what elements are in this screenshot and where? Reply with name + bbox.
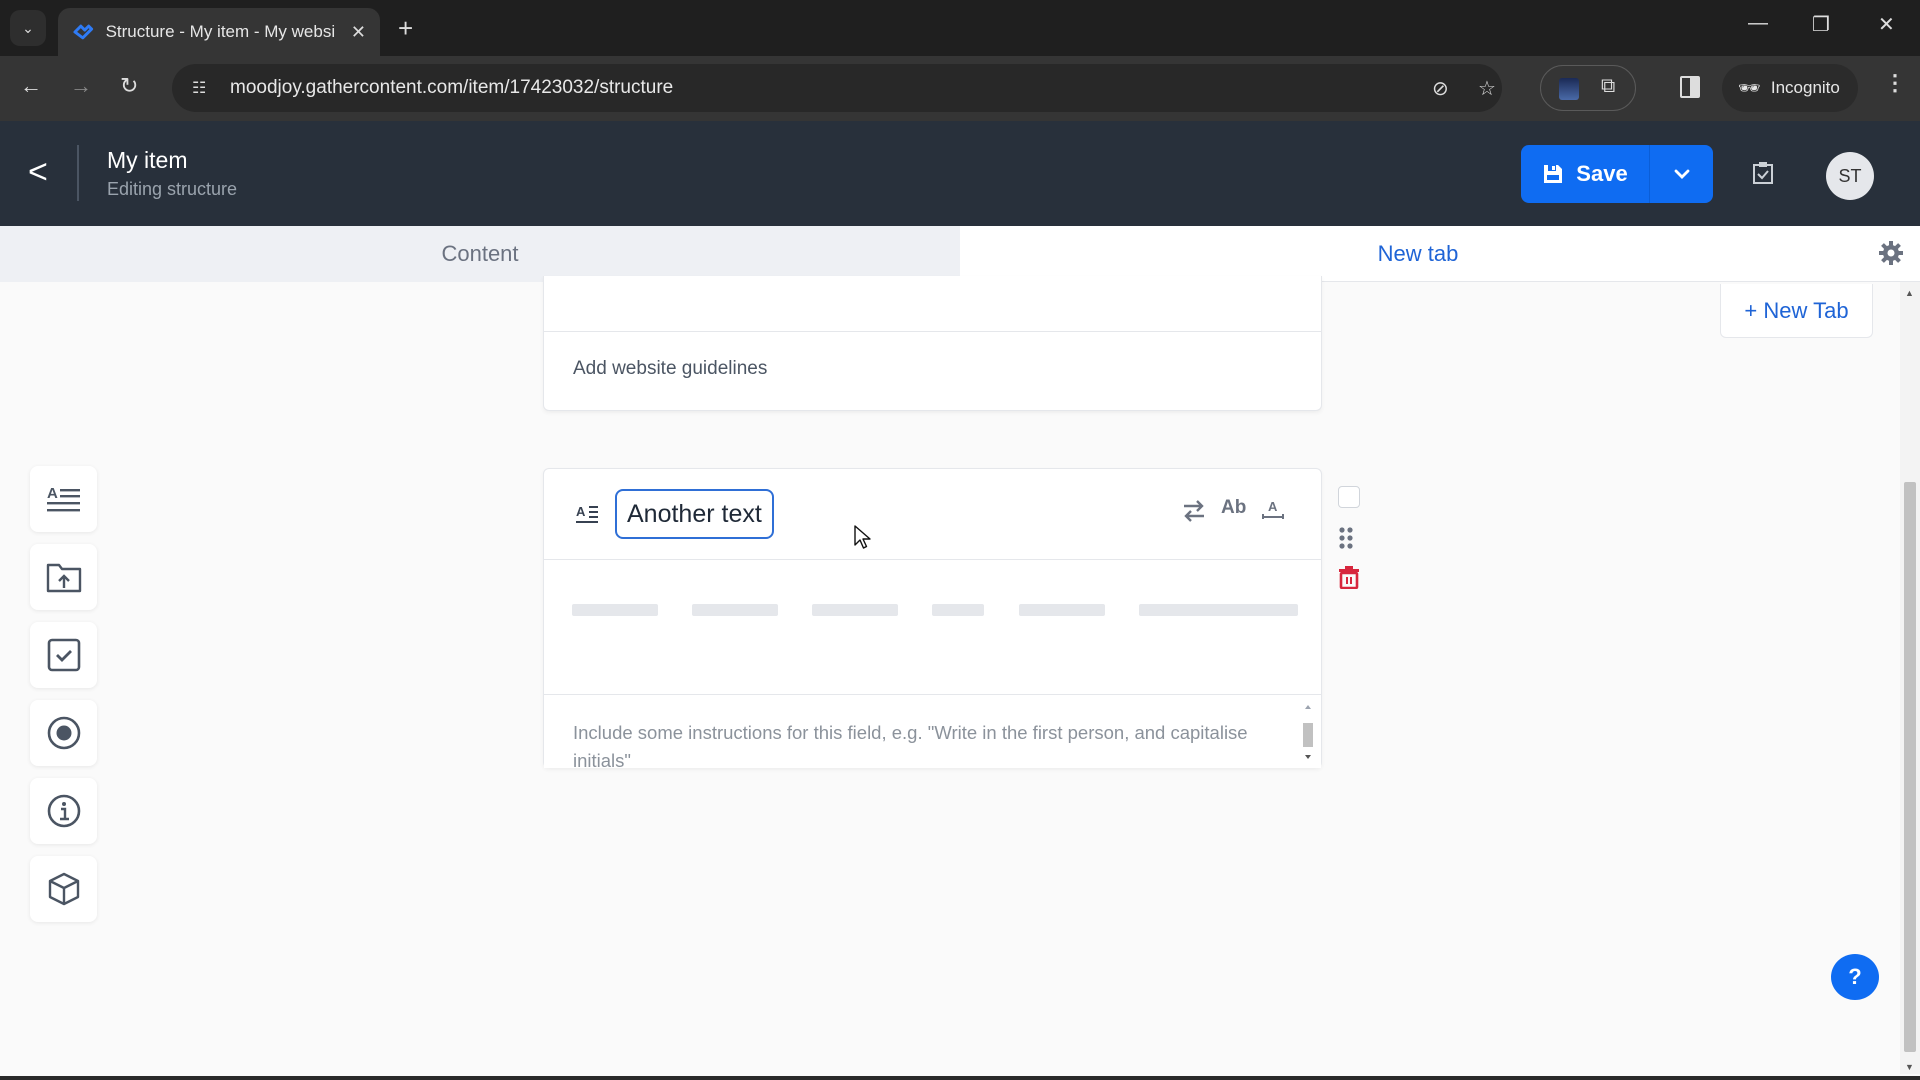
skeleton-bar <box>1019 604 1105 616</box>
incognito-label: Incognito <box>1770 78 1840 97</box>
save-options-dropdown[interactable] <box>1650 145 1713 203</box>
page-title: My item <box>107 147 188 173</box>
new-browser-tab-button[interactable]: + <box>398 14 413 42</box>
field-select-checkbox[interactable] <box>1338 486 1360 508</box>
add-text-field-button[interactable]: A <box>30 466 97 532</box>
avatar[interactable]: ST <box>1826 152 1874 200</box>
add-checkbox-field-button[interactable] <box>30 622 97 688</box>
site-settings-icon[interactable]: ☷ <box>192 78 214 98</box>
checkbox-icon <box>47 638 80 672</box>
save-button[interactable]: Save <box>1521 145 1650 203</box>
field-card-another-text: A Another text Ab A Include some instruc… <box>543 468 1322 771</box>
url-text[interactable]: moodjoy.gathercontent.com/item/17423032/… <box>230 77 673 99</box>
character-limit-label: A <box>1268 499 1278 514</box>
side-panel-icon[interactable] <box>1680 76 1700 98</box>
clipboard-check-icon[interactable] <box>1752 161 1774 185</box>
text-field-icon: A <box>576 504 598 523</box>
field-card: Add website guidelines <box>543 276 1322 411</box>
eye-off-icon[interactable]: ⊘ <box>1432 76 1449 101</box>
browser-tab-title: Structure - My item - My websi <box>105 22 336 41</box>
browser-tab-strip: ⌄ Structure - My item - My websi ✕ + — ❐… <box>0 0 1920 56</box>
taskbar-edge <box>0 1076 1920 1080</box>
radio-icon <box>47 716 80 750</box>
page-subtitle: Editing structure <box>107 179 238 199</box>
puzzle-icon[interactable]: ⧉ <box>1601 75 1615 98</box>
save-label: Save <box>1576 161 1628 186</box>
tab-search-button[interactable]: ⌄ <box>10 10 46 46</box>
instructions-scrollbar[interactable] <box>1301 699 1315 765</box>
back-button[interactable]: < <box>28 153 48 191</box>
header-divider <box>77 145 79 201</box>
back-icon[interactable]: ← <box>20 73 42 99</box>
add-guidelines-link[interactable]: Add website guidelines <box>573 358 767 380</box>
info-icon <box>47 794 80 828</box>
app-header: < My item Editing structure Save ST <box>0 121 1920 226</box>
mouse-cursor-icon <box>854 525 871 549</box>
cube-icon <box>48 872 79 906</box>
drag-handle-icon[interactable] <box>1338 526 1354 550</box>
field-card-header: A Another text Ab A <box>544 469 1321 560</box>
card-divider <box>544 331 1321 332</box>
scroll-up-icon[interactable]: ▲ <box>1905 288 1914 298</box>
trash-icon[interactable] <box>1338 565 1360 589</box>
add-new-tab-button[interactable]: + New Tab <box>1720 284 1873 338</box>
extensions-group: ⧉ <box>1540 65 1636 111</box>
reload-icon[interactable]: ↻ <box>120 73 138 99</box>
close-tab-icon[interactable]: ✕ <box>351 22 366 43</box>
skeleton-bar <box>572 604 658 616</box>
field-instructions[interactable]: Include some instructions for this field… <box>544 694 1321 771</box>
close-window-icon[interactable]: ✕ <box>1878 12 1895 37</box>
forward-icon[interactable]: → <box>70 73 92 99</box>
structure-tabs: Content New tab <box>0 226 1920 282</box>
scrollbar-thumb[interactable] <box>1904 482 1916 1052</box>
svg-text:A: A <box>576 504 586 519</box>
add-guidelines-field-button[interactable] <box>30 778 97 844</box>
add-component-button[interactable] <box>30 856 97 922</box>
chevron-down-icon: ⌄ <box>22 19 34 36</box>
text-field-icon: A <box>46 485 80 512</box>
add-attachment-field-button[interactable] <box>30 544 97 610</box>
tab-content[interactable]: Content <box>0 226 960 282</box>
structure-editor: Add website guidelines A Another text Ab… <box>0 276 1900 1080</box>
page-scrollbar[interactable]: ▲ ▼ <box>1900 282 1920 1074</box>
browser-toolbar: ← → ↻ ☷ moodjoy.gathercontent.com/item/1… <box>0 56 1920 121</box>
svg-text:A: A <box>47 485 58 502</box>
save-button-group: Save <box>1521 145 1713 203</box>
menu-icon[interactable]: ⋮ <box>1884 70 1906 96</box>
extension-icon[interactable] <box>1559 78 1579 100</box>
skeleton-bar <box>692 604 778 616</box>
gear-icon[interactable] <box>1878 240 1904 266</box>
skeleton-bar <box>932 604 984 616</box>
tab-new-tab[interactable]: New tab <box>960 226 1876 282</box>
incognito-icon: 🕶 <box>1738 77 1761 98</box>
skeleton-bar <box>1139 604 1298 616</box>
text-format-button[interactable]: Ab <box>1221 497 1246 519</box>
skeleton-bar <box>812 604 898 616</box>
instructions-placeholder[interactable]: Include some instructions for this field… <box>573 719 1273 775</box>
chevron-down-icon <box>1674 169 1689 179</box>
add-radio-field-button[interactable] <box>30 700 97 766</box>
character-limit-icon[interactable]: A <box>1260 497 1286 523</box>
minimize-icon[interactable]: — <box>1748 12 1768 35</box>
restore-icon[interactable]: ❐ <box>1812 12 1830 37</box>
incognito-indicator[interactable]: 🕶 Incognito <box>1722 64 1858 112</box>
browser-tab[interactable]: Structure - My item - My websi ✕ <box>58 8 380 56</box>
star-icon[interactable]: ☆ <box>1478 76 1496 101</box>
field-name-input[interactable]: Another text <box>615 489 774 539</box>
file-upload-icon <box>46 563 81 593</box>
swap-icon[interactable] <box>1181 499 1207 523</box>
help-button[interactable]: ? <box>1831 954 1879 1000</box>
scroll-down-icon[interactable]: ▼ <box>1905 1062 1914 1072</box>
floppy-disk-icon <box>1544 165 1563 183</box>
address-bar[interactable]: ☷ moodjoy.gathercontent.com/item/1742303… <box>172 64 1502 112</box>
favicon-icon <box>73 24 94 40</box>
